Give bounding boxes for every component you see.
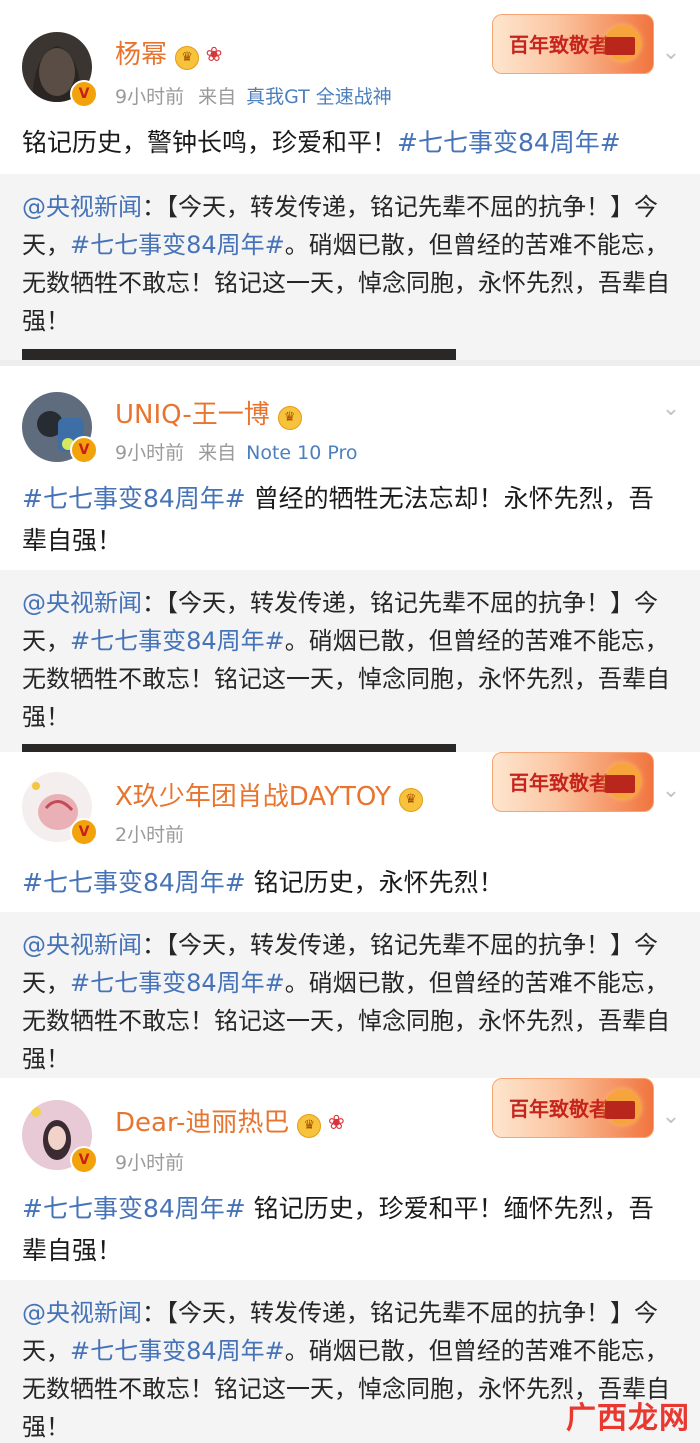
hashtag-link[interactable]: #七七事变84周年# bbox=[70, 1337, 285, 1365]
repost-card[interactable]: @央视新闻：【今天，转发传递，铭记先辈不屈的抗争！】今天，#七七事变84周年#。… bbox=[0, 570, 700, 752]
post-text: 铭记历史，警钟长鸣，珍爱和平！#七七事变84周年# bbox=[22, 122, 672, 164]
post-source[interactable]: Note 10 Pro bbox=[246, 442, 357, 464]
crown-icon: ♛ bbox=[297, 1114, 322, 1138]
centennial-banner[interactable]: 百年致敬者 bbox=[492, 752, 654, 812]
post-text: #七七事变84周年# 铭记历史，珍爱和平！缅怀先烈，吾辈自强！ bbox=[22, 1188, 672, 1272]
mention-link[interactable]: @央视新闻 bbox=[22, 1299, 142, 1327]
ribbon-icon: ❀ bbox=[205, 42, 223, 66]
post-meta: 2小时前 bbox=[115, 820, 184, 847]
mention-link[interactable]: @央视新闻 bbox=[22, 193, 142, 221]
post-text: #七七事变84周年# 曾经的牺牲无法忘却！永怀先烈，吾辈自强！ bbox=[22, 478, 672, 562]
repost-text: @央视新闻：【今天，转发传递，铭记先辈不屈的抗争！】今天，#七七事变84周年#。… bbox=[22, 926, 672, 1078]
post-time: 9小时前 bbox=[115, 86, 185, 108]
post-body: 铭记历史，永怀先烈！ bbox=[245, 868, 504, 897]
user-name-label[interactable]: X玖少年团肖战DAYTOY bbox=[115, 782, 391, 812]
verified-badge-icon: V bbox=[70, 818, 98, 846]
user-name-label[interactable]: UNIQ-王一博 bbox=[115, 400, 270, 430]
user-name-label[interactable]: 杨幂 bbox=[115, 40, 167, 70]
watermark: 广西龙网 bbox=[566, 1401, 690, 1436]
hashtag-link[interactable]: #七七事变84周年# bbox=[70, 627, 285, 655]
user-name[interactable]: 杨幂 ♛ ❀ bbox=[115, 34, 225, 71]
post-meta: 9小时前 来自 真我GT 全速战神 bbox=[115, 82, 392, 109]
banner-text: 百年致敬者 bbox=[509, 1097, 609, 1121]
hashtag-link[interactable]: #七七事变84周年# bbox=[22, 868, 246, 897]
post-meta: 9小时前 来自 Note 10 Pro bbox=[115, 438, 357, 465]
building-icon bbox=[605, 1101, 635, 1119]
building-icon bbox=[605, 775, 635, 793]
post-text: #七七事变84周年# 铭记历史，永怀先烈！ bbox=[22, 862, 672, 904]
hashtag-link[interactable]: #七七事变84周年# bbox=[22, 1194, 246, 1223]
verified-badge-icon: V bbox=[70, 436, 98, 464]
post-time: 9小时前 bbox=[115, 442, 185, 464]
crown-icon: ♛ bbox=[398, 788, 423, 812]
user-name[interactable]: UNIQ-王一博 ♛ bbox=[115, 394, 302, 431]
hashtag-link[interactable]: #七七事变84周年# bbox=[70, 969, 285, 997]
media-preview[interactable] bbox=[22, 349, 456, 360]
verified-badge-icon: V bbox=[70, 1146, 98, 1174]
hashtag-link[interactable]: #七七事变84周年# bbox=[22, 484, 246, 513]
chevron-down-icon[interactable]: ⌄ bbox=[660, 1106, 682, 1128]
hashtag-link[interactable]: #七七事变84周年# bbox=[70, 231, 285, 259]
chevron-down-icon[interactable]: ⌄ bbox=[660, 398, 682, 420]
media-preview[interactable] bbox=[22, 744, 456, 752]
user-name-label[interactable]: Dear-迪丽热巴 bbox=[115, 1108, 289, 1138]
crown-icon: ♛ bbox=[175, 46, 200, 70]
centennial-banner[interactable]: 百年致敬者 bbox=[492, 1078, 654, 1138]
banner-text: 百年致敬者 bbox=[509, 771, 609, 795]
chevron-down-icon[interactable]: ⌄ bbox=[660, 780, 682, 802]
post-time: 9小时前 bbox=[115, 1152, 185, 1174]
hashtag-link[interactable]: #七七事变84周年# bbox=[397, 128, 621, 157]
feed-post: V 杨幂 ♛ ❀ 9小时前 来自 真我GT 全速战神 百年致敬者 ⌄ 铭记历史，警钟长鸣… bbox=[0, 0, 700, 360]
repost-text: @央视新闻：【今天，转发传递，铭记先辈不屈的抗争！】今天，#七七事变84周年#。… bbox=[22, 584, 672, 736]
user-name[interactable]: Dear-迪丽热巴 ♛ ❀ bbox=[115, 1102, 347, 1139]
verified-badge-icon: V bbox=[70, 80, 98, 108]
mention-link[interactable]: @央视新闻 bbox=[22, 589, 142, 617]
repost-card[interactable]: @央视新闻：【今天，转发传递，铭记先辈不屈的抗争！】今天，#七七事变84周年#。… bbox=[0, 174, 700, 360]
post-time: 2小时前 bbox=[115, 824, 185, 846]
chevron-down-icon[interactable]: ⌄ bbox=[660, 42, 682, 64]
from-label: 来自 bbox=[198, 442, 237, 464]
post-meta: 9小时前 bbox=[115, 1148, 184, 1175]
feed-post: V X玖少年团肖战DAYTOY ♛ 2小时前 百年致敬者 ⌄ #七七事变84周年#… bbox=[0, 752, 700, 1078]
feed-post: V UNIQ-王一博 ♛ 9小时前 来自 Note 10 Pro ⌄ #七七事变84周… bbox=[0, 366, 700, 752]
building-icon bbox=[605, 37, 635, 55]
post-source[interactable]: 真我GT 全速战神 bbox=[246, 86, 392, 108]
banner-text: 百年致敬者 bbox=[509, 33, 609, 57]
ribbon-icon: ❀ bbox=[327, 1110, 345, 1134]
mention-link[interactable]: @央视新闻 bbox=[22, 931, 142, 959]
repost-text: @央视新闻：【今天，转发传递，铭记先辈不屈的抗争！】今天，#七七事变84周年#。… bbox=[22, 188, 672, 340]
centennial-banner[interactable]: 百年致敬者 bbox=[492, 14, 654, 74]
repost-card[interactable]: @央视新闻：【今天，转发传递，铭记先辈不屈的抗争！】今天，#七七事变84周年#。… bbox=[0, 912, 700, 1078]
crown-icon: ♛ bbox=[277, 406, 302, 430]
from-label: 来自 bbox=[198, 86, 237, 108]
feed-post: V Dear-迪丽热巴 ♛ ❀ 9小时前 百年致敬者 ⌄ #七七事变84周年# 铭记… bbox=[0, 1078, 700, 1443]
post-body: 铭记历史，警钟长鸣，珍爱和平！ bbox=[22, 128, 398, 157]
user-name[interactable]: X玖少年团肖战DAYTOY ♛ bbox=[115, 776, 423, 813]
